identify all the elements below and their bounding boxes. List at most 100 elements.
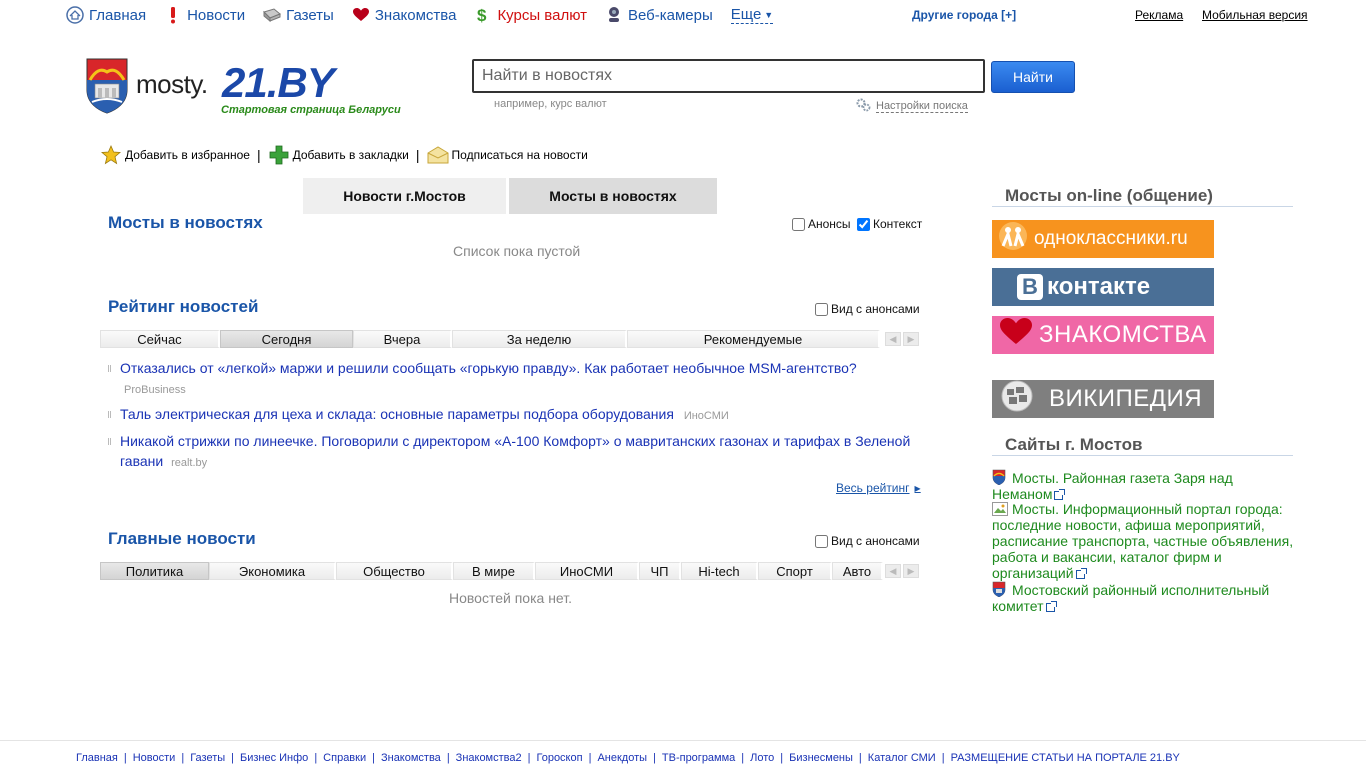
footer-link[interactable]: Гороскоп [536,752,582,764]
all-rating-label: Весь рейтинг [836,481,910,495]
plus-icon [268,145,290,165]
main-news-announcements-input[interactable] [815,534,828,548]
dating-banner[interactable]: ЗНАКОМСТВА [992,316,1214,354]
rating-tab-now[interactable]: Сейчас [100,330,220,348]
footer-link[interactable]: ТВ-программа [662,752,735,764]
vk-logo-icon: В [1017,274,1043,300]
footer-link[interactable]: Справки [323,752,366,764]
news-tab-hitech[interactable]: Hi-tech [681,562,758,580]
footer-link[interactable]: РАЗМЕЩЕНИЕ СТАТЬИ НА ПОРТАЛЕ 21.BY [951,752,1180,764]
nav-news[interactable]: Новости [164,6,245,24]
search-settings-link[interactable]: Настройки поиска [856,98,968,115]
bullet-icon [108,438,111,445]
divider: | [314,752,318,764]
divider: | [780,752,784,764]
site-link-portal[interactable]: Мосты. Информационный портал города: пос… [992,501,1293,581]
chevron-right-icon[interactable]: ▶ [903,332,919,346]
news-tab-world[interactable]: В мире [453,562,535,580]
footer-link[interactable]: Бизнес Инфо [240,752,308,764]
footer-link[interactable]: Лото [750,752,774,764]
subscribe-button[interactable]: Подписаться на новости [427,145,588,165]
search-button[interactable]: Найти [991,61,1075,93]
footer-link[interactable]: Бизнесмены [789,752,853,764]
news-link[interactable]: Таль электрическая для цеха и склада: ос… [120,406,674,422]
divider [992,455,1293,456]
coat-of-arms-icon [992,581,1008,598]
context-checkbox-input[interactable] [857,217,870,231]
news-tab-politics[interactable]: Политика [100,562,209,580]
news-tab-incidents[interactable]: ЧП [639,562,681,580]
add-bookmarks-button[interactable]: Добавить в закладки [268,145,409,165]
vkontakte-banner[interactable]: В контакте [992,268,1214,306]
nav-more-label: Еще [730,6,762,23]
broken-image-icon [992,502,1008,516]
rating-tab-week[interactable]: За неделю [452,330,627,348]
people-icon [998,220,1028,258]
divider: | [181,752,185,764]
actions-bar: Добавить в избранное | Добавить в заклад… [100,145,588,165]
news-tab-auto[interactable]: Авто [832,562,883,580]
divider: | [588,752,592,764]
tab-city-news[interactable]: Новости г.Мостов [303,178,506,214]
site-link-newspaper[interactable]: Мосты. Районная газета Заря над Неманом [992,470,1233,502]
list-item: Отказались от «легкой» маржи и решили со… [108,358,920,400]
rating-announcements-checkbox[interactable]: Вид с анонсами [815,302,920,316]
rating-tabs: Сейчас Сегодня Вчера За неделю Рекоменду… [100,330,880,348]
add-favorites-button[interactable]: Добавить в избранное [100,145,250,165]
rating-announcements-input[interactable] [815,302,828,316]
dollar-icon: $ [474,6,492,24]
chevron-left-icon[interactable]: ◀ [885,564,901,578]
other-cities-link[interactable]: Другие города [+] [912,8,1016,22]
news-source: realt.by [171,457,208,469]
news-tab-inosmi[interactable]: ИноСМИ [535,562,639,580]
news-link[interactable]: Отказались от «легкой» маржи и решили со… [120,360,857,376]
top-nav: Главная Новости Газеты Знакомства $ Курс… [66,4,774,26]
footer-link[interactable]: Знакомства2 [456,752,522,764]
rating-tab-recommended[interactable]: Рекомендуемые [627,330,880,348]
logo-slogan: Стартовая страница Беларуси [221,104,401,116]
nav-dating[interactable]: Знакомства [352,6,456,24]
footer-link[interactable]: Газеты [190,752,225,764]
mosty-news-title: Мосты в новостях [108,213,263,232]
news-tab-arrows: ◀ ▶ [883,564,919,578]
list-item: Мосты. Районная газета Заря над Неманом [992,469,1297,502]
rating-tab-yesterday[interactable]: Вчера [353,330,452,348]
all-rating-link[interactable]: Весь рейтинг ▶ [836,481,921,495]
odnoklassniki-banner[interactable]: одноклассники.ru [992,220,1214,258]
announcements-checkbox[interactable]: Анонсы [792,217,851,231]
chevron-right-icon[interactable]: ▶ [903,564,919,578]
nav-home[interactable]: Главная [66,6,146,24]
mobile-version-link[interactable]: Мобильная версия [1202,8,1308,22]
news-tab-economy[interactable]: Экономика [209,562,336,580]
divider: | [256,147,261,163]
footer-link[interactable]: Каталог СМИ [868,752,936,764]
news-tab-society[interactable]: Общество [336,562,453,580]
footer-link[interactable]: Новости [133,752,176,764]
tab-mosty-news[interactable]: Мосты в новостях [509,178,717,214]
nav-newspapers[interactable]: Газеты [263,6,334,24]
footer-link[interactable]: Главная [76,752,118,764]
mosty-empty-message: Список пока пустой [453,243,581,259]
footer-link[interactable]: Знакомства [381,752,441,764]
nav-currency[interactable]: $ Курсы валют [474,6,587,24]
footer-link[interactable]: Анекдоты [597,752,647,764]
site-link-executive-committee[interactable]: Мостовский районный исполнительный комит… [992,582,1269,614]
nav-more[interactable]: Еще ▼ [730,6,774,24]
odnoklassniki-label: одноклассники.ru [1034,228,1188,249]
site-logo[interactable]: mosty. 21.BY Стартовая страница Беларуси [86,57,436,119]
main-news-announcements-checkbox[interactable]: Вид с анонсами [815,534,920,548]
ads-link[interactable]: Реклама [1135,8,1183,22]
context-checkbox[interactable]: Контекст [857,217,922,231]
news-tab-sport[interactable]: Спорт [758,562,832,580]
search-hint: например, курс валют [494,98,607,110]
list-item: Таль электрическая для цеха и склада: ос… [108,404,920,426]
chevron-left-icon[interactable]: ◀ [885,332,901,346]
sites-title: Сайты г. Мостов [1005,435,1143,454]
search-input[interactable] [472,59,985,93]
rating-tab-today[interactable]: Сегодня [220,330,353,348]
news-link[interactable]: Никакой стрижки по линеечке. Поговорили … [120,433,910,469]
announcements-checkbox-input[interactable] [792,217,805,231]
wikipedia-banner[interactable]: ВИКИПЕДИЯ [992,380,1214,418]
rating-tab-arrows: ◀ ▶ [883,332,919,346]
nav-webcams[interactable]: Веб-камеры [605,6,713,24]
